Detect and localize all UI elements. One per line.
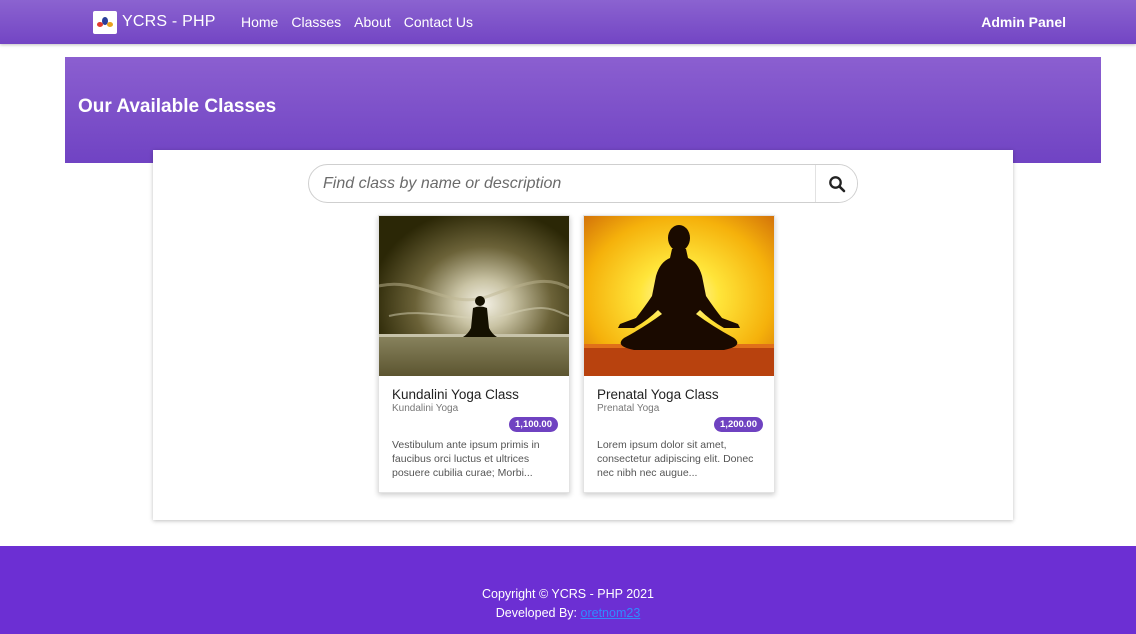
nav-home[interactable]: Home (241, 14, 278, 30)
developer-link[interactable]: oretnom23 (581, 606, 641, 620)
nav-contact-us[interactable]: Contact Us (404, 14, 473, 30)
brand[interactable]: YCRS - PHP (93, 10, 216, 34)
class-description: Vestibulum ante ipsum primis in faucibus… (392, 439, 540, 479)
class-category: Prenatal Yoga (597, 403, 660, 414)
copyright-text: Copyright © YCRS - PHP 2021 (481, 587, 655, 601)
footer: Copyright © YCRS - PHP 2021 Developed By… (0, 546, 1136, 634)
search-button[interactable] (815, 165, 857, 202)
class-image-prenatal (584, 216, 774, 376)
nav-classes[interactable]: Classes (291, 14, 341, 30)
nav-about[interactable]: About (354, 14, 391, 30)
price-badge: 1,100.00 (509, 417, 558, 432)
navbar: YCRS - PHP Home Classes About Contact Us… (0, 0, 1136, 44)
nav-links: Home Classes About Contact Us (241, 14, 473, 30)
page-title: Our Available Classes (78, 96, 277, 117)
class-title: Prenatal Yoga Class (597, 387, 719, 402)
class-category: Kundalini Yoga (392, 403, 459, 414)
classes-panel: Kundalini Yoga Class Kundalini Yoga 1,10… (153, 150, 1013, 520)
class-description: Lorem ipsum dolor sit amet, consectetur … (597, 439, 754, 479)
class-card[interactable]: Kundalini Yoga Class Kundalini Yoga 1,10… (378, 215, 570, 493)
class-title: Kundalini Yoga Class (392, 387, 519, 402)
class-card[interactable]: Prenatal Yoga Class Prenatal Yoga 1,200.… (583, 215, 775, 493)
admin-panel-link[interactable]: Admin Panel (981, 14, 1066, 30)
class-image-kundalini (379, 216, 569, 376)
search-icon (828, 175, 845, 192)
class-card-body: Prenatal Yoga Class Prenatal Yoga 1,200.… (597, 387, 763, 480)
search-input[interactable] (309, 165, 817, 202)
search-bar (308, 164, 858, 203)
page-header-banner: Our Available Classes (65, 57, 1101, 163)
brand-name: YCRS - PHP (122, 13, 216, 30)
developed-by-label: Developed By: (495, 606, 578, 620)
developer-credit: Developed By: oretnom23 (0, 606, 1136, 620)
price-badge: 1,200.00 (714, 417, 763, 432)
class-card-body: Kundalini Yoga Class Kundalini Yoga 1,10… (392, 387, 558, 480)
logo-icon (93, 10, 117, 34)
